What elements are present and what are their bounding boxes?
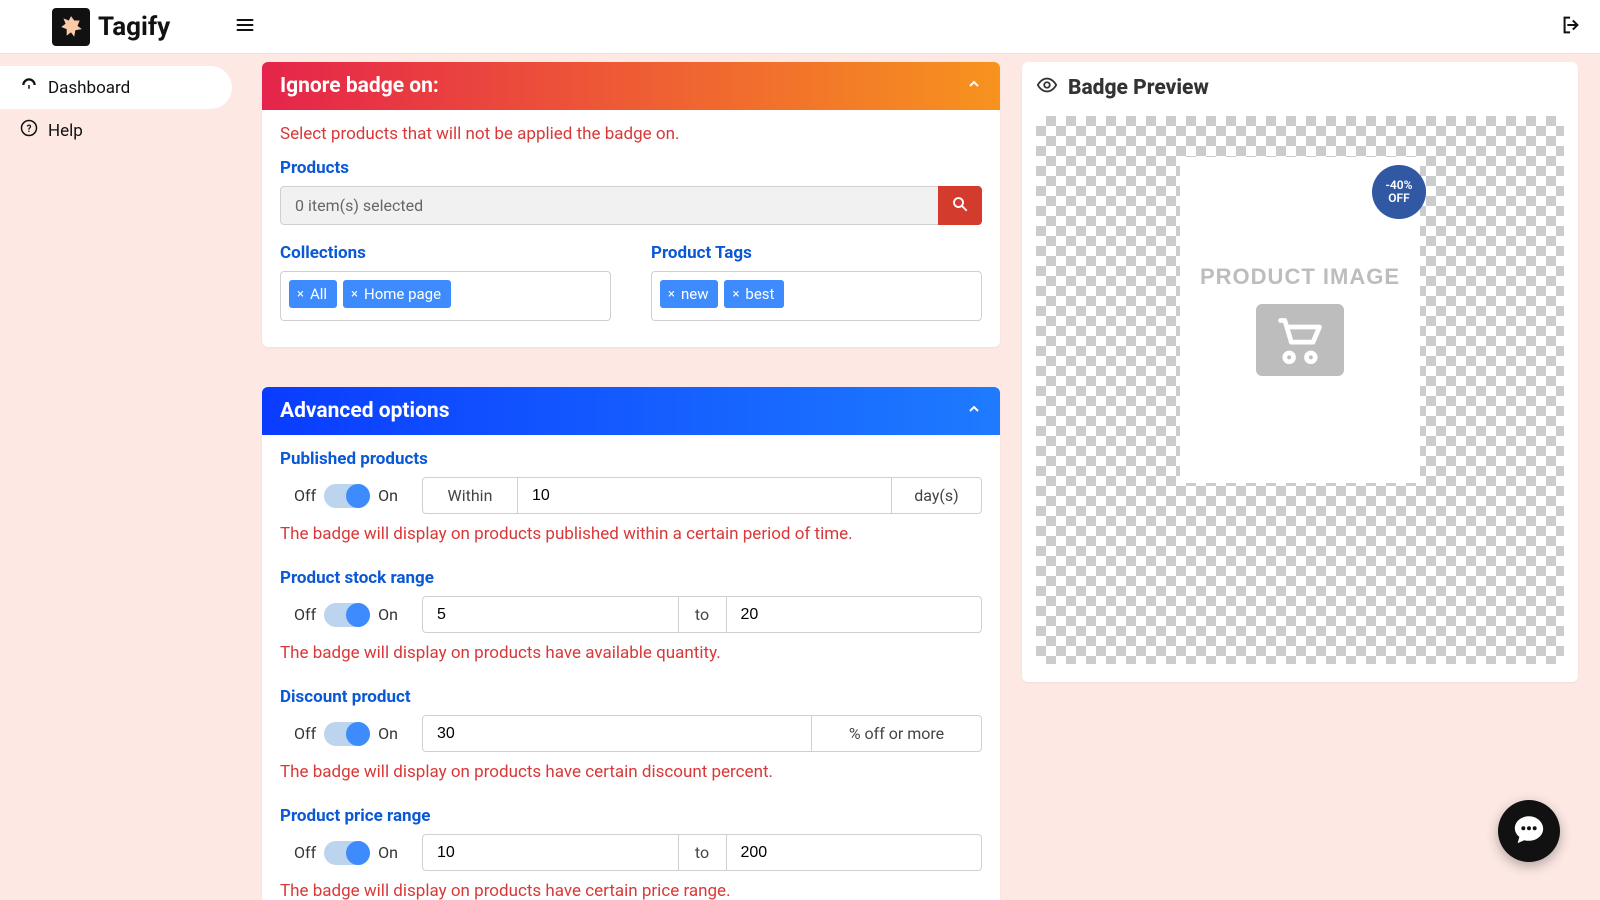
collection-tag[interactable]: ×Home page xyxy=(343,280,451,308)
placeholder-text: PRODUCT IMAGE xyxy=(1200,264,1400,290)
preview-canvas: -40% OFF PRODUCT IMAGE xyxy=(1036,116,1564,664)
sidebar-item-help[interactable]: ? Help xyxy=(0,109,232,152)
input-addon-left: Within xyxy=(422,477,518,514)
stock-label: Product stock range xyxy=(280,568,982,588)
price-to-input[interactable] xyxy=(727,834,983,871)
discount-toggle[interactable] xyxy=(324,722,370,746)
sidebar: Dashboard ? Help xyxy=(0,54,232,900)
price-from-input[interactable] xyxy=(422,834,679,871)
product-tag[interactable]: ×new xyxy=(660,280,718,308)
ignore-badge-panel: Ignore badge on: Select products that wi… xyxy=(262,62,1000,347)
product-tag[interactable]: ×best xyxy=(724,280,784,308)
preview-title-text: Badge Preview xyxy=(1068,76,1209,100)
price-label: Product price range xyxy=(280,806,982,826)
svg-text:?: ? xyxy=(27,124,32,135)
published-label: Published products xyxy=(280,449,982,469)
collection-tag[interactable]: ×All xyxy=(289,280,337,308)
remove-tag-icon[interactable]: × xyxy=(668,287,675,302)
published-days-input[interactable] xyxy=(518,477,892,514)
ignore-panel-header[interactable]: Ignore badge on: xyxy=(262,62,1000,110)
products-select-input[interactable]: 0 item(s) selected xyxy=(280,186,938,225)
input-addon-to: to xyxy=(679,596,727,633)
brand-name: Tagify xyxy=(98,12,170,42)
discount-label: Discount product xyxy=(280,687,982,707)
topbar: Tagify xyxy=(0,0,1600,54)
collections-input[interactable]: ×All ×Home page xyxy=(280,271,611,321)
chevron-up-icon xyxy=(966,74,982,98)
collections-label: Collections xyxy=(280,243,611,263)
product-tags-label: Product Tags xyxy=(651,243,982,263)
dashboard-icon xyxy=(20,76,38,99)
stock-to-input[interactable] xyxy=(727,596,983,633)
panel-title: Advanced options xyxy=(280,399,450,423)
advanced-panel-header[interactable]: Advanced options xyxy=(262,387,1000,435)
products-label: Products xyxy=(280,158,982,178)
remove-tag-icon[interactable]: × xyxy=(351,287,358,302)
cart-icon xyxy=(1256,304,1344,376)
stock-from-input[interactable] xyxy=(422,596,679,633)
sidebar-item-label: Help xyxy=(48,121,83,141)
panel-subtitle: Select products that will not be applied… xyxy=(280,124,982,144)
chat-fab-button[interactable] xyxy=(1498,800,1560,862)
published-hint: The badge will display on products publi… xyxy=(280,524,982,544)
toggle-off-label: Off xyxy=(294,724,316,743)
toggle-off-label: Off xyxy=(294,843,316,862)
logout-button[interactable] xyxy=(1560,14,1582,40)
toggle-off-label: Off xyxy=(294,605,316,624)
menu-toggle-button[interactable] xyxy=(235,15,255,39)
input-addon-right: % off or more xyxy=(812,715,982,752)
toggle-on-label: On xyxy=(378,843,398,862)
advanced-options-panel: Advanced options Published products Off xyxy=(262,387,1000,900)
help-icon: ? xyxy=(20,119,38,142)
sidebar-item-dashboard[interactable]: Dashboard xyxy=(0,66,232,109)
chevron-up-icon xyxy=(966,399,982,423)
discount-badge: -40% OFF xyxy=(1372,165,1426,219)
brand-icon xyxy=(52,8,90,46)
toggle-off-label: Off xyxy=(294,486,316,505)
chat-icon xyxy=(1512,812,1546,850)
search-icon xyxy=(951,195,969,217)
toggle-on-label: On xyxy=(378,486,398,505)
toggle-on-label: On xyxy=(378,724,398,743)
remove-tag-icon[interactable]: × xyxy=(297,287,304,302)
stock-hint: The badge will display on products have … xyxy=(280,643,982,663)
products-search-button[interactable] xyxy=(938,186,982,225)
badge-preview-panel: Badge Preview -40% OFF PRODUCT IMAGE xyxy=(1022,62,1578,682)
discount-hint: The badge will display on products have … xyxy=(280,762,982,782)
published-toggle[interactable] xyxy=(324,484,370,508)
eye-icon xyxy=(1036,74,1058,102)
sidebar-item-label: Dashboard xyxy=(48,78,130,98)
remove-tag-icon[interactable]: × xyxy=(732,287,739,302)
stock-toggle[interactable] xyxy=(324,603,370,627)
price-toggle[interactable] xyxy=(324,841,370,865)
input-addon-right: day(s) xyxy=(892,477,982,514)
product-card-placeholder: -40% OFF PRODUCT IMAGE xyxy=(1180,157,1420,483)
toggle-on-label: On xyxy=(378,605,398,624)
main-content: Ignore badge on: Select products that wi… xyxy=(232,54,1600,900)
price-hint: The badge will display on products have … xyxy=(280,881,982,900)
input-addon-to: to xyxy=(679,834,727,871)
product-tags-input[interactable]: ×new ×best xyxy=(651,271,982,321)
brand-logo: Tagify xyxy=(52,8,170,46)
discount-value-input[interactable] xyxy=(422,715,812,752)
panel-title: Ignore badge on: xyxy=(280,74,439,98)
